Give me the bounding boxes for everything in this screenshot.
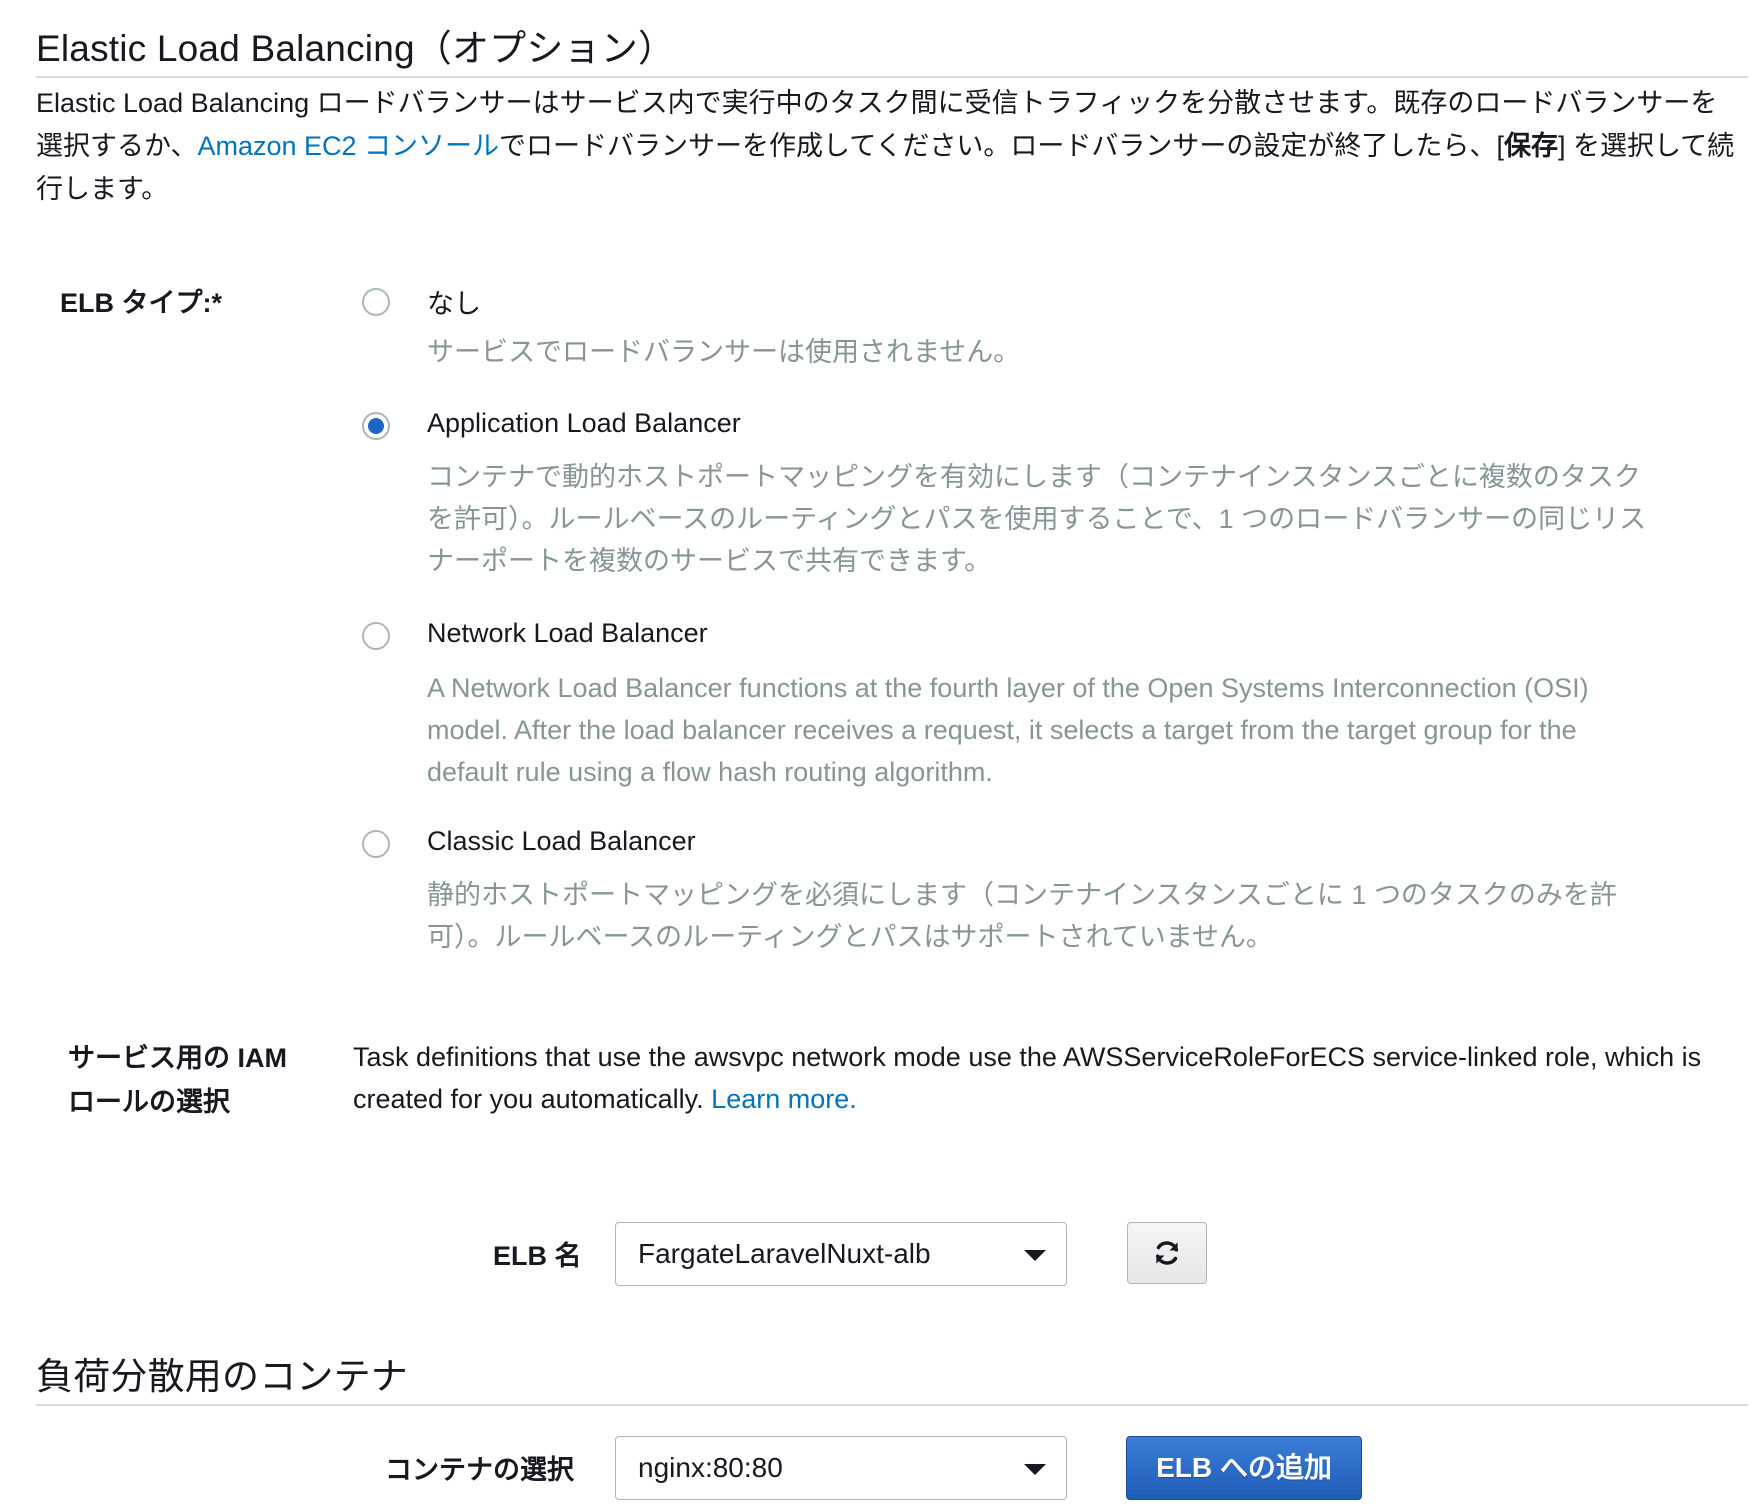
save-keyword: 保存 <box>1503 131 1558 161</box>
option-label-none[interactable]: なし <box>427 282 481 321</box>
chevron-down-icon <box>1024 1464 1046 1475</box>
iam-role-description: Task definitions that use the awsvpc net… <box>353 1036 1733 1120</box>
option-desc-alb: コンテナで動的ホストポートマッピングを有効にします（コンテナインスタンスごとに複… <box>427 462 1647 576</box>
iam-text: Task definitions that use the awsvpc net… <box>353 1042 1702 1114</box>
elb-type-label: ELB タイプ:* <box>60 288 222 318</box>
elb-intro-text: Elastic Load Balancing ロードバランサーはサービス内で実行… <box>36 82 1742 211</box>
refresh-button[interactable] <box>1127 1222 1207 1284</box>
add-to-elb-button[interactable]: ELB への追加 <box>1126 1436 1362 1500</box>
radio-none[interactable] <box>362 288 390 316</box>
elb-section-title: Elastic Load Balancing（オプション） <box>36 28 676 69</box>
container-select-label: コンテナの選択 <box>385 1455 574 1485</box>
container-section-title: 負荷分散用のコンテナ <box>36 1356 408 1397</box>
option-label-clb[interactable]: Classic Load Balancer <box>427 826 696 857</box>
option-label-alb[interactable]: Application Load Balancer <box>427 408 741 439</box>
ec2-console-link[interactable]: Amazon EC2 コンソール <box>197 131 499 161</box>
option-desc-nlb: A Network Load Balancer functions at the… <box>427 673 1589 787</box>
page: Elastic Load Balancing（オプション） Elastic Lo… <box>0 0 1762 1512</box>
learn-more-link[interactable]: Learn more. <box>711 1084 857 1114</box>
radio-application-load-balancer[interactable] <box>362 412 390 440</box>
option-desc-clb: 静的ホストポートマッピングを必須にします（コンテナインスタンスごとに 1 つのタ… <box>427 880 1617 952</box>
container-value: nginx:80:80 <box>638 1452 783 1483</box>
refresh-icon <box>1155 1241 1179 1265</box>
option-label-nlb[interactable]: Network Load Balancer <box>427 618 708 649</box>
elb-name-select[interactable]: FargateLaravelNuxt-alb <box>615 1222 1067 1286</box>
intro-text-part: でロードバランサーを作成してください。ロードバランサーの設定が終了したら、 <box>499 131 1497 161</box>
intro-bracket-open: [ <box>1496 131 1504 161</box>
elb-name-value: FargateLaravelNuxt-alb <box>638 1238 931 1269</box>
elb-name-label: ELB 名 <box>493 1241 582 1271</box>
chevron-down-icon <box>1024 1250 1046 1261</box>
section-divider <box>36 76 1748 78</box>
container-select[interactable]: nginx:80:80 <box>615 1436 1067 1500</box>
radio-classic-load-balancer[interactable] <box>362 830 390 858</box>
iam-role-label: サービス用の IAM ロールの選択 <box>68 1043 287 1117</box>
section-divider <box>36 1404 1748 1406</box>
option-desc-none: サービスでロードバランサーは使用されません。 <box>427 337 1021 367</box>
radio-network-load-balancer[interactable] <box>362 622 390 650</box>
